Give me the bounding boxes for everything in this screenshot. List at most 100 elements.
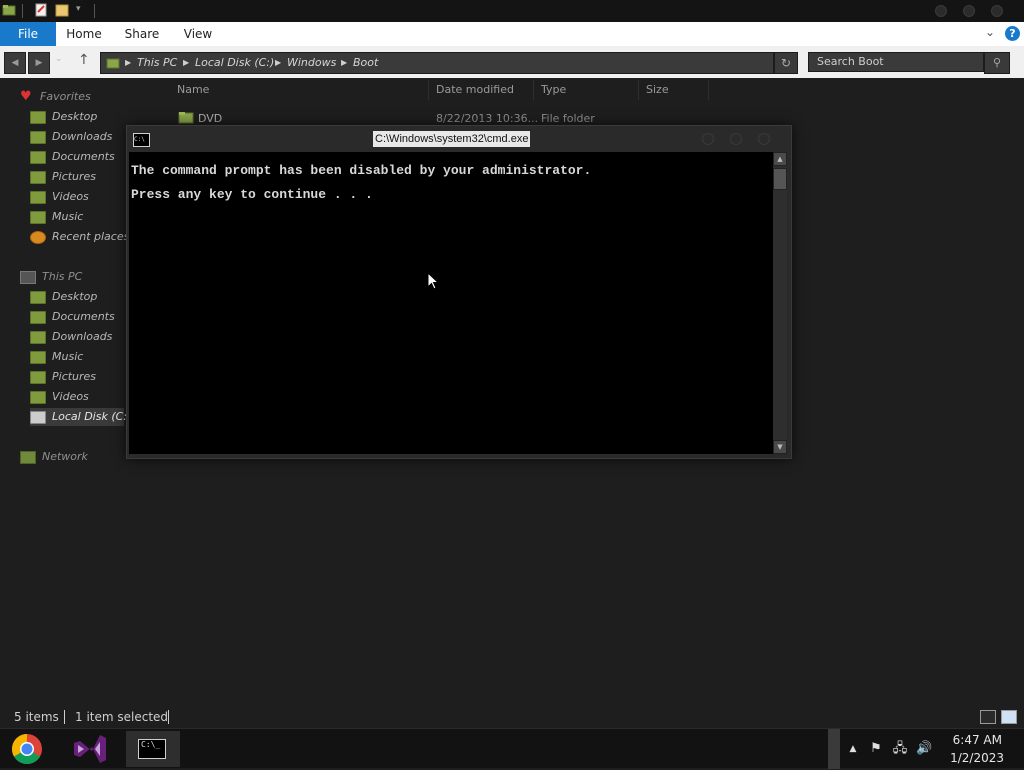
folder-icon: [178, 112, 194, 124]
scroll-down-button[interactable]: ▼: [773, 440, 787, 454]
sidebar-item-pc-music[interactable]: Music: [30, 348, 83, 366]
downloads-icon: [30, 130, 46, 144]
pictures-icon: [30, 170, 46, 184]
pictures-icon: [30, 370, 46, 384]
cmd-minimize-button[interactable]: [702, 133, 714, 145]
column-header-size[interactable]: Size: [646, 82, 669, 98]
visual-studio-icon: [74, 735, 106, 763]
taskbar-chrome[interactable]: [0, 731, 54, 767]
breadcrumb-this-pc[interactable]: This PC: [137, 53, 177, 73]
sidebar-favorites[interactable]: ♥ Favorites: [20, 88, 91, 106]
sidebar-item-pc-videos[interactable]: Videos: [30, 388, 89, 406]
cmd-window[interactable]: C:\ C:\Windows\system32\cmd.exe The comm…: [126, 125, 792, 459]
documents-icon: [30, 310, 46, 324]
explorer-title-bar: ▾: [0, 0, 1024, 22]
column-header-date-modified[interactable]: Date modified: [436, 82, 514, 98]
breadcrumb-separator-icon[interactable]: ▶: [341, 53, 347, 73]
back-button[interactable]: ◀: [4, 52, 26, 74]
music-icon: [30, 210, 46, 224]
column-divider[interactable]: [638, 80, 639, 100]
action-center-flag-icon[interactable]: ⚑: [868, 741, 884, 757]
divider: [94, 4, 95, 18]
column-divider[interactable]: [428, 80, 429, 100]
sidebar-item-documents[interactable]: Documents: [30, 148, 115, 166]
taskbar-visual-studio[interactable]: [62, 731, 116, 767]
clock-date[interactable]: 1/2/2023: [950, 751, 1004, 765]
sidebar-item-videos[interactable]: Videos: [30, 188, 89, 206]
navigation-bar: ◀ ▶ ⌄ ↑ ▶ This PC ▶ Local Disk (C:) ▶ Wi…: [0, 46, 1024, 78]
maximize-button[interactable]: [963, 5, 975, 17]
sidebar-item-local-disk[interactable]: Local Disk (C:): [30, 408, 131, 426]
tab-file[interactable]: File: [0, 22, 56, 46]
documents-icon: [30, 150, 46, 164]
tab-view[interactable]: View: [176, 22, 220, 46]
sidebar-item-pc-downloads[interactable]: Downloads: [30, 328, 112, 346]
close-button[interactable]: [991, 5, 1003, 17]
tab-share[interactable]: Share: [118, 22, 166, 46]
heart-icon: ♥: [20, 89, 32, 104]
computer-icon: [20, 270, 36, 284]
column-header-type[interactable]: Type: [541, 82, 566, 98]
help-button[interactable]: ?: [1005, 26, 1020, 41]
network-icon: [20, 450, 36, 464]
breadcrumb-local-disk[interactable]: Local Disk (C:): [195, 53, 274, 73]
folder-icon: [106, 58, 120, 69]
sidebar-item-pc-pictures[interactable]: Pictures: [30, 368, 96, 386]
up-button[interactable]: ↑: [78, 52, 90, 68]
status-bar: 5 items 1 item selected: [0, 706, 1024, 728]
sidebar-item-pictures[interactable]: Pictures: [30, 168, 96, 186]
downloads-icon: [30, 330, 46, 344]
sidebar-item-recent-places[interactable]: Recent places: [30, 228, 129, 246]
breadcrumb-boot[interactable]: Boot: [353, 53, 378, 73]
sidebar-item-downloads[interactable]: Downloads: [30, 128, 112, 146]
cmd-console[interactable]: The command prompt has been disabled by …: [129, 152, 773, 454]
breadcrumb-windows[interactable]: Windows: [287, 53, 336, 73]
recent-locations-icon[interactable]: ⌄: [55, 54, 63, 64]
forward-button[interactable]: ▶: [28, 52, 50, 74]
sidebar-item-pc-documents[interactable]: Documents: [30, 308, 115, 326]
chrome-icon: [11, 734, 42, 765]
scroll-up-button[interactable]: ▲: [773, 152, 787, 166]
breadcrumb-separator-icon[interactable]: ▶: [275, 53, 281, 73]
new-folder-icon[interactable]: [55, 3, 69, 17]
folder-icon[interactable]: [2, 3, 16, 17]
tab-home[interactable]: Home: [60, 22, 108, 46]
cmd-close-button[interactable]: [758, 133, 770, 145]
network-icon[interactable]: 🖧: [892, 741, 908, 757]
search-icon[interactable]: ⚲: [984, 52, 1010, 74]
show-desktop-scroll[interactable]: [828, 729, 840, 769]
sidebar-item-desktop[interactable]: Desktop: [30, 108, 97, 126]
refresh-button[interactable]: ↻: [774, 52, 798, 74]
cmd-window-title: C:\Windows\system32\cmd.exe: [373, 131, 531, 147]
sidebar-item-pc-desktop[interactable]: Desktop: [30, 288, 97, 306]
scroll-thumb[interactable]: [773, 168, 787, 190]
cmd-maximize-button[interactable]: [730, 133, 742, 145]
videos-icon: [30, 190, 46, 204]
recent-places-icon: [30, 230, 46, 244]
sidebar-item-music[interactable]: Music: [30, 208, 83, 226]
column-divider[interactable]: [533, 80, 534, 100]
volume-icon[interactable]: 🔊: [916, 741, 932, 757]
cmd-icon[interactable]: C:\: [133, 133, 150, 147]
address-bar[interactable]: ▶ This PC ▶ Local Disk (C:) ▶ Windows ▶ …: [100, 52, 774, 74]
breadcrumb-separator-icon[interactable]: ▶: [183, 53, 189, 73]
show-hidden-icons-icon[interactable]: ▲: [845, 741, 861, 757]
large-icons-view-icon[interactable]: [1001, 710, 1017, 724]
search-input[interactable]: Search Boot: [808, 52, 984, 72]
details-view-icon[interactable]: [980, 710, 996, 724]
clock-time[interactable]: 6:47 AM: [953, 733, 1002, 747]
desktop-icon: [30, 290, 46, 304]
taskbar: C:\_ ▲ ⚑ 🖧 🔊 6:47 AM 1/2/2023: [0, 728, 1024, 769]
taskbar-cmd[interactable]: C:\_: [126, 731, 180, 767]
sidebar-this-pc[interactable]: This PC: [20, 268, 82, 286]
properties-icon[interactable]: [34, 3, 48, 17]
divider: [22, 4, 23, 18]
column-header-name[interactable]: Name: [177, 82, 209, 98]
column-divider[interactable]: [708, 80, 709, 100]
quick-access-dropdown-icon[interactable]: ▾: [76, 4, 81, 14]
breadcrumb-separator-icon[interactable]: ▶: [125, 53, 131, 73]
sidebar-network[interactable]: Network: [20, 448, 88, 466]
cmd-scrollbar[interactable]: ▲ ▼: [773, 152, 787, 454]
expand-ribbon-icon[interactable]: ⌄: [985, 25, 995, 39]
minimize-button[interactable]: [935, 5, 947, 17]
